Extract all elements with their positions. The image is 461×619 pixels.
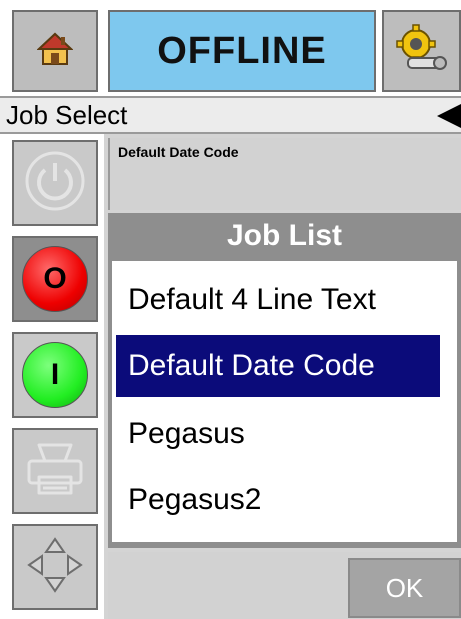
start-lamp: I — [22, 342, 88, 408]
printer-icon — [25, 441, 85, 502]
stop-lamp: O — [22, 246, 88, 312]
home-button[interactable] — [12, 10, 98, 92]
power-button[interactable] — [12, 140, 98, 226]
job-list-item-label: Pegasus2 — [128, 483, 262, 516]
job-list-header: Job List — [108, 213, 461, 259]
job-list-item-selected[interactable]: Default Date Code — [116, 335, 440, 397]
stop-button[interactable]: O — [12, 236, 98, 322]
bottom-bar: OK — [108, 552, 461, 619]
navigation-button[interactable] — [12, 524, 98, 610]
direction-pad-icon — [25, 535, 85, 600]
title-bar: Job Select — [0, 96, 461, 134]
current-job-panel: Default Date Code — [108, 138, 461, 210]
top-bar: OFFLINE — [0, 0, 461, 96]
power-icon — [24, 150, 86, 217]
page-title: Job Select — [6, 100, 128, 130]
job-list: Default 4 Line Text Default Date Code Pe… — [112, 261, 457, 542]
status-text: OFFLINE — [157, 29, 327, 72]
control-sidebar: O I — [0, 134, 104, 619]
status-indicator: OFFLINE — [108, 10, 376, 92]
job-list-item[interactable]: Default 4 Line Text — [116, 269, 440, 331]
settings-gear-icon — [394, 23, 450, 79]
home-icon — [36, 31, 74, 72]
ok-button[interactable]: OK — [348, 558, 461, 618]
stop-label: O — [43, 262, 67, 295]
job-list-item-label: Default 4 Line Text — [128, 283, 376, 316]
start-label: I — [50, 358, 60, 391]
start-button[interactable]: I — [12, 332, 98, 418]
job-list-item-label: Default Date Code — [128, 349, 375, 382]
back-arrow-icon[interactable] — [437, 104, 461, 128]
current-job-name: Default Date Code — [118, 144, 239, 160]
job-list-item[interactable]: Pegasus2 — [116, 469, 440, 531]
printer-screen: OFFLINE Job Select O I Default Date Code… — [0, 0, 461, 619]
job-list-title: Job List — [226, 219, 342, 252]
job-list-item-label: Pegasus — [128, 417, 245, 450]
job-list-item[interactable]: Pegasus — [116, 403, 440, 465]
print-button[interactable] — [12, 428, 98, 514]
settings-button[interactable] — [382, 10, 461, 92]
job-list-panel: Job List Default 4 Line Text Default Dat… — [108, 213, 461, 548]
ok-label: OK — [385, 572, 424, 603]
